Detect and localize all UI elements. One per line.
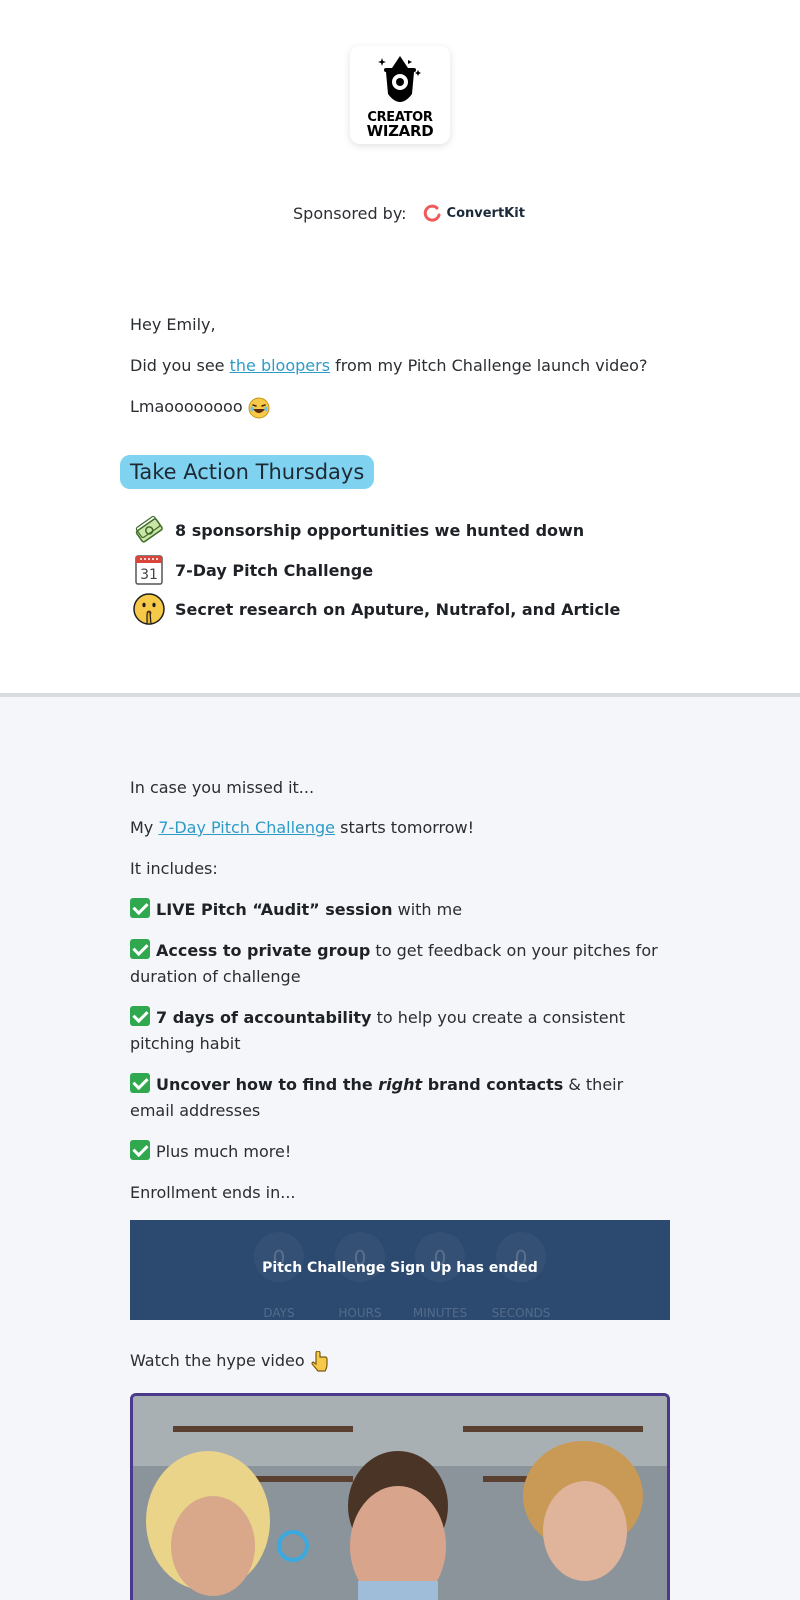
wizard-icon — [378, 56, 421, 102]
sponsor-label: Sponsored by: — [293, 203, 407, 223]
bloopers-link[interactable]: the bloopers — [230, 356, 330, 375]
checkmark-icon — [130, 1073, 150, 1093]
calendar-icon: 31 — [133, 554, 165, 586]
feature-item: Plus much more! — [130, 1139, 670, 1165]
countdown-seconds-label: SECONDS — [491, 1306, 551, 1320]
challenge-start-before: My — [130, 818, 159, 837]
logo-line-2: WIZARD — [366, 122, 434, 140]
enrollment-line: Enrollment ends in... — [130, 1183, 296, 1202]
feature-bold: Uncover how to find the right brand cont… — [156, 1075, 563, 1094]
email-header-section: CREATOR WIZARD Sponsored by: ConvertKit … — [0, 0, 800, 693]
feature-plain: Plus much more! — [156, 1142, 292, 1161]
challenge-start-line: My 7-Day Pitch Challenge starts tomorrow… — [130, 817, 474, 839]
feature-bold: Access to private group — [156, 941, 371, 960]
countdown-minutes: 0 MINUTES — [410, 1232, 470, 1320]
includes-line: It includes: — [130, 859, 218, 878]
bloopers-line-start: Did you see — [130, 356, 230, 375]
countdown-minutes-label: MINUTES — [412, 1306, 468, 1320]
checkmark-icon — [130, 1006, 150, 1026]
take-action-heading: Take Action Thursdays — [120, 455, 375, 489]
video-caption-text: Watch the hype video — [130, 1351, 305, 1370]
laughing-face-icon — [248, 397, 270, 418]
feature-bold-a: Uncover how to find the — [156, 1075, 379, 1094]
creator-wizard-logo[interactable]: CREATOR WIZARD — [350, 46, 450, 144]
countdown-days-label: DAYS — [263, 1306, 295, 1320]
feature-rest: with me — [392, 900, 463, 919]
countdown-timer: 0 DAYS 0 HOURS 0 MINUTES 0 SECONDS Pitch… — [130, 1220, 670, 1320]
bloopers-line-end: from my Pitch Challenge launch video? — [330, 356, 648, 375]
action-item-pitch-challenge[interactable]: 31 7-Day Pitch Challenge — [133, 554, 373, 586]
feature-item: 7 days of accountability to help you cre… — [130, 1005, 670, 1057]
action-item-sponsorships[interactable]: 8 sponsorship opportunities we hunted do… — [133, 514, 584, 546]
checkmark-icon — [130, 898, 150, 918]
checkmark-icon — [130, 1140, 150, 1160]
checkmark-icon — [130, 939, 150, 959]
countdown-seconds: 0 SECONDS — [491, 1232, 551, 1320]
hype-video-thumbnail[interactable] — [130, 1393, 670, 1600]
convertkit-logo[interactable]: ConvertKit — [423, 203, 525, 223]
countdown-hours: 0 HOURS — [330, 1232, 390, 1320]
video-thumbnail-image — [133, 1396, 667, 1600]
missed-line: In case you missed it... — [130, 778, 315, 797]
action-item-label: 7-Day Pitch Challenge — [175, 560, 374, 580]
convertkit-icon — [423, 204, 441, 222]
action-item-label: Secret research on Aputure, Nutrafol, an… — [175, 599, 621, 619]
sponsor-line: Sponsored by: ConvertKit — [293, 203, 525, 223]
money-icon — [133, 514, 165, 546]
feature-bold-b: brand contacts — [422, 1075, 564, 1094]
shush-face-icon — [133, 593, 165, 625]
pitch-challenge-link[interactable]: 7-Day Pitch Challenge — [158, 818, 335, 837]
pointing-down-icon — [311, 1350, 328, 1372]
countdown-ended-message: Pitch Challenge Sign Up has ended — [262, 1260, 538, 1276]
feature-item: Access to private group to get feedback … — [130, 938, 670, 990]
logo-wordmark: CREATOR WIZARD — [367, 111, 434, 139]
laugh-text: Lmaoooooooo — [130, 397, 243, 416]
greeting: Hey Emily, — [130, 315, 216, 334]
countdown-hours-label: HOURS — [338, 1306, 382, 1320]
email-page: CREATOR WIZARD Sponsored by: ConvertKit … — [0, 0, 800, 1600]
laugh-line: Lmaoooooooo — [130, 396, 270, 419]
calendar-day: 31 — [140, 567, 158, 583]
action-item-label: 8 sponsorship opportunities we hunted do… — [175, 520, 585, 540]
convertkit-name: ConvertKit — [446, 205, 525, 221]
feature-bold: 7 days of accountability — [156, 1008, 372, 1027]
video-caption: Watch the hype video — [130, 1350, 330, 1373]
feature-bold-italic: right — [378, 1075, 423, 1094]
challenge-start-after: starts tomorrow! — [335, 818, 475, 837]
countdown-days: 0 DAYS — [249, 1232, 309, 1320]
bloopers-line: Did you see the bloopers from my Pitch C… — [130, 355, 647, 377]
action-item-secret-research[interactable]: Secret research on Aputure, Nutrafol, an… — [133, 593, 620, 625]
feature-item: LIVE Pitch “Audit” session with me — [130, 897, 670, 923]
feature-bold: LIVE Pitch “Audit” session — [156, 900, 393, 919]
feature-item: Uncover how to find the right brand cont… — [130, 1072, 670, 1124]
